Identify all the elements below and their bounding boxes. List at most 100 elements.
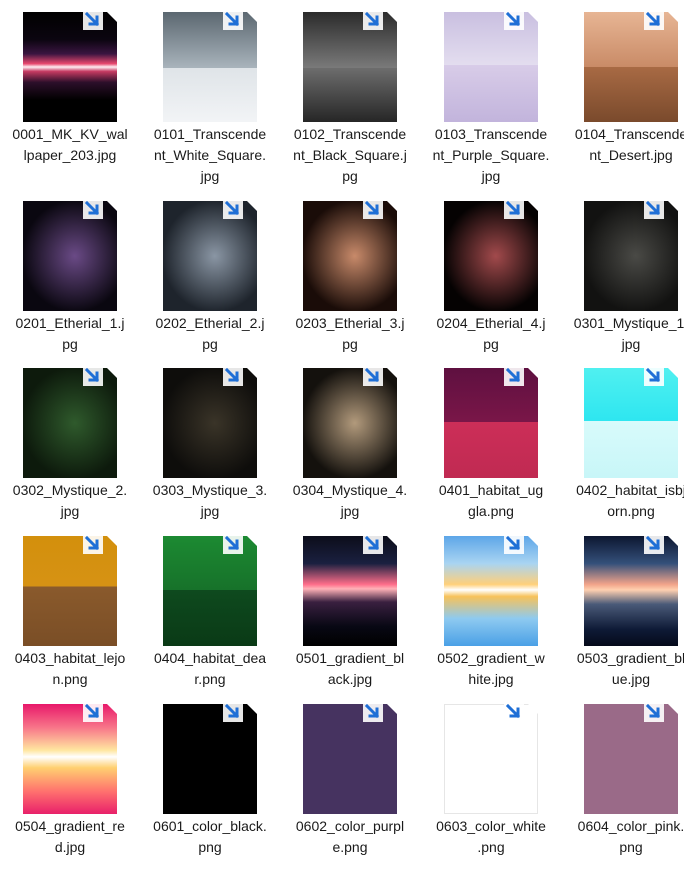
file-name-line: 0104_Transcende — [574, 126, 684, 142]
file-item[interactable]: 0102_Transcende nt_Black_Square.j pg — [280, 0, 420, 184]
file-name-line: 0604_color_pink. — [577, 818, 684, 834]
file-name-line: png — [198, 839, 222, 855]
file-name-line: jpg — [200, 168, 220, 184]
file-item[interactable]: 0503_gradient_bl ue.jpg — [561, 524, 684, 690]
file-item[interactable]: 0101_Transcende nt_White_Square. jpg — [140, 0, 280, 184]
file-name-line: ack.jpg — [327, 671, 373, 687]
page-fold-corner — [387, 12, 397, 22]
file-name-line: 0302_Mystique_2. — [12, 482, 128, 498]
file-name-label: 0103_Transcende nt_Purple_Square. jpg — [421, 124, 561, 187]
page-fold-corner — [107, 536, 117, 546]
file-name-label: 0502_gradient_w hite.jpg — [421, 648, 561, 690]
page-fold-corner — [668, 536, 678, 546]
file-name-line: 0303_Mystique_3. — [152, 482, 268, 498]
shortcut-arrow-icon — [222, 365, 244, 387]
shortcut-arrow-icon — [82, 365, 104, 387]
page-fold-corner — [668, 12, 678, 22]
file-name-line: 0403_habitat_lejo — [14, 650, 126, 666]
file-name-line: r.png — [194, 671, 226, 687]
file-item[interactable]: 0603_color_white .png — [421, 692, 561, 858]
page-fold-corner — [247, 536, 257, 546]
file-item[interactable]: 0403_habitat_lejo n.png — [0, 524, 140, 690]
page-fold-corner — [247, 704, 257, 714]
shortcut-arrow-icon — [362, 9, 384, 31]
shortcut-arrow-icon — [82, 533, 104, 555]
shortcut-arrow-icon — [362, 701, 384, 723]
file-name-line: pg — [202, 336, 218, 352]
file-name-label: 0602_color_purpl e.png — [280, 816, 420, 858]
file-item[interactable]: 0404_habitat_dea r.png — [140, 524, 280, 690]
shortcut-arrow-icon — [222, 9, 244, 31]
file-item[interactable]: 0304_Mystique_4. jpg — [280, 356, 420, 522]
page-fold-corner — [247, 12, 257, 22]
file-item[interactable]: 0501_gradient_bl ack.jpg — [280, 524, 420, 690]
page-fold-corner — [107, 12, 117, 22]
page-fold-corner — [528, 704, 538, 714]
file-name-line: jpg — [200, 503, 220, 519]
file-name-line: n.png — [52, 671, 88, 687]
file-name-line: nt_Desert.jpg — [589, 147, 673, 163]
file-name-line: 0401_habitat_ug — [438, 482, 544, 498]
file-name-label: 0102_Transcende nt_Black_Square.j pg — [280, 124, 420, 187]
file-name-line: pg — [62, 336, 78, 352]
file-name-label: 0301_Mystique_1. jpg — [561, 313, 684, 355]
file-name-line: 0501_gradient_bl — [295, 650, 405, 666]
file-item[interactable]: 0502_gradient_w hite.jpg — [421, 524, 561, 690]
shortcut-arrow-icon — [362, 365, 384, 387]
file-name-label: 0603_color_white .png — [421, 816, 561, 858]
file-item[interactable]: 0504_gradient_re d.jpg — [0, 692, 140, 858]
file-item[interactable]: 0601_color_black.png — [140, 692, 280, 858]
page-fold-corner — [107, 368, 117, 378]
page-fold-corner — [387, 368, 397, 378]
page-fold-corner — [247, 201, 257, 211]
shortcut-arrow-icon — [82, 9, 104, 31]
file-item[interactable]: 0301_Mystique_1. jpg — [561, 189, 684, 355]
file-name-line: nt_Black_Square.j — [293, 147, 407, 163]
file-item[interactable]: 0103_Transcende nt_Purple_Square. jpg — [421, 0, 561, 184]
file-item[interactable]: 0201_Etherial_1.j pg — [0, 189, 140, 355]
page-fold-corner — [668, 201, 678, 211]
shortcut-arrow-icon — [503, 701, 525, 723]
file-name-label: 0303_Mystique_3.jpg — [140, 480, 280, 522]
shortcut-arrow-icon — [82, 198, 104, 220]
file-name-line: 0402_habitat_isbj — [576, 482, 684, 498]
file-item[interactable]: 0104_Transcende nt_Desert.jpg — [561, 0, 684, 166]
shortcut-arrow-icon — [222, 198, 244, 220]
shortcut-arrow-icon — [222, 533, 244, 555]
file-name-line: 0204_Etherial_4.j — [436, 315, 546, 331]
file-name-label: 0601_color_black.png — [140, 816, 280, 858]
file-name-line: 0601_color_black. — [153, 818, 267, 834]
file-item[interactable]: 0204_Etherial_4.j pg — [421, 189, 561, 355]
file-name-line: 0404_habitat_dea — [153, 650, 267, 666]
file-name-line: nt_White_Square. — [153, 147, 267, 163]
file-grid: 0001_MK_KV_wal lpaper_203.jpg 0101_Transce… — [0, 0, 684, 878]
shortcut-arrow-icon — [503, 9, 525, 31]
file-name-line: 0504_gradient_re — [15, 818, 125, 834]
page-fold-corner — [528, 368, 538, 378]
file-name-label: 0203_Etherial_3.j pg — [280, 313, 420, 355]
file-name-line: 0202_Etherial_2.j — [155, 315, 265, 331]
file-item[interactable]: 0402_habitat_isbj orn.png — [561, 356, 684, 522]
file-item[interactable]: 0604_color_pink. png — [561, 692, 684, 858]
file-item[interactable]: 0203_Etherial_3.j pg — [280, 189, 420, 355]
file-item[interactable]: 0302_Mystique_2. jpg — [0, 356, 140, 522]
file-name-label: 0604_color_pink. png — [561, 816, 684, 858]
page-fold-corner — [528, 201, 538, 211]
file-name-line: 0001_MK_KV_wal — [12, 126, 128, 142]
file-name-label: 0302_Mystique_2. jpg — [0, 480, 140, 522]
shortcut-arrow-icon — [362, 198, 384, 220]
file-item[interactable]: 0001_MK_KV_wal lpaper_203.jpg — [0, 0, 140, 166]
file-name-label: 0201_Etherial_1.j pg — [0, 313, 140, 355]
file-name-line: pg — [342, 336, 358, 352]
file-name-line: orn.png — [607, 503, 655, 519]
file-name-label: 0401_habitat_ug gla.png — [421, 480, 561, 522]
file-item[interactable]: 0303_Mystique_3.jpg — [140, 356, 280, 522]
file-item[interactable]: 0202_Etherial_2.jpg — [140, 189, 280, 355]
shortcut-arrow-icon — [503, 198, 525, 220]
page-fold-corner — [528, 12, 538, 22]
file-item[interactable]: 0602_color_purpl e.png — [280, 692, 420, 858]
file-name-line: nt_Purple_Square. — [432, 147, 550, 163]
file-item[interactable]: 0401_habitat_ug gla.png — [421, 356, 561, 522]
page-fold-corner — [107, 201, 117, 211]
file-name-label: 0504_gradient_re d.jpg — [0, 816, 140, 858]
